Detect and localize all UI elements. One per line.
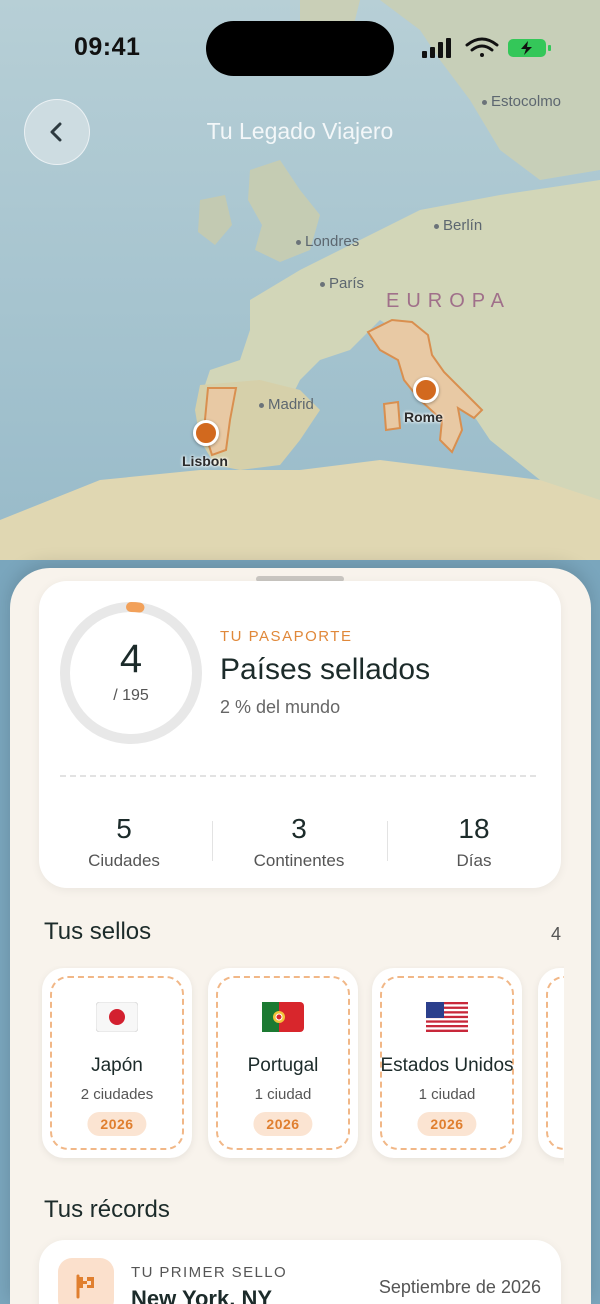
battery-icon	[508, 39, 551, 57]
stat-label: Continentes	[253, 851, 345, 870]
stamp-year-badge: 2026	[253, 1112, 313, 1136]
record-eyebrow: TU PRIMER SELLO	[131, 1264, 288, 1281]
stamp-card-portugal[interactable]: Portugal 1 ciudad 2026	[208, 968, 358, 1158]
first-stamp-record[interactable]: TU PRIMER SELLO New York, NY Septiembre …	[39, 1240, 561, 1304]
japan-flag-icon	[96, 1002, 138, 1032]
status-time: 09:41	[74, 33, 141, 61]
dynamic-island	[206, 21, 394, 76]
stamp-cities: 1 ciudad	[254, 1086, 312, 1103]
cellular-signal-icon	[422, 38, 451, 58]
stamp-country-name: Japón	[91, 1055, 143, 1076]
stat-label: Ciudades	[88, 851, 160, 870]
stamp-flag	[42, 1002, 192, 1032]
stamp-card-partial[interactable]	[538, 968, 564, 1158]
wifi-icon	[465, 37, 499, 57]
stamp-flag	[372, 1002, 522, 1032]
nav-title: Tu Legado Viajero	[206, 118, 394, 144]
divider	[60, 775, 536, 777]
passport-eyebrow: TU PASAPORTE	[220, 628, 353, 645]
stat-value: 18	[458, 813, 490, 844]
stamps-section-title: Tus sellos	[44, 918, 152, 945]
stamp-cities: 1 ciudad	[418, 1086, 476, 1103]
map-pin-label: Lisbon	[182, 453, 228, 469]
portugal-flag-icon	[262, 1002, 304, 1032]
stat-days: 18 Días	[389, 813, 559, 871]
summary-title: Países sellados	[220, 653, 431, 686]
stamps-carousel[interactable]: Japón 2 ciudades 2026 Portugal 1 ciudad …	[38, 966, 564, 1166]
bottom-sheet[interactable]: 4 / 195 TU PASAPORTE Países sellados 2 %…	[10, 568, 591, 1304]
stamp-country-name: Estados Unidos	[380, 1055, 514, 1076]
stamps-count: 4	[550, 924, 561, 944]
usa-flag-icon	[426, 1002, 468, 1032]
stamp-border	[546, 976, 564, 1150]
status-icons	[422, 36, 557, 60]
map-city-label: Berlín	[434, 217, 482, 234]
stat-separator	[387, 821, 388, 861]
countries-count: 4	[119, 637, 143, 681]
stat-value: 5	[116, 813, 132, 844]
flag-checkered-icon	[76, 1274, 94, 1299]
map-region-label: EUROPA	[386, 290, 511, 312]
stamp-year-badge: 2026	[87, 1112, 147, 1136]
map-pin-rome[interactable]	[413, 377, 439, 403]
map-city-label: Madrid	[259, 396, 314, 413]
map-pin-lisbon[interactable]	[193, 420, 219, 446]
map-city-label: Londres	[296, 233, 359, 250]
map-pin-label: Rome	[404, 409, 443, 425]
countries-total: / 195	[113, 687, 149, 704]
passport-summary-card: 4 / 195 TU PASAPORTE Países sellados 2 %…	[39, 581, 561, 888]
stat-label: Días	[456, 851, 492, 870]
stat-separator	[212, 821, 213, 861]
records-section-title: Tus récords	[44, 1196, 170, 1223]
stat-value: 3	[291, 813, 307, 844]
stamp-country-name: Portugal	[247, 1055, 319, 1076]
record-date: Septiembre de 2026	[378, 1277, 541, 1297]
summary-subtitle: 2 % del mundo	[220, 697, 341, 717]
stamp-flag	[208, 1002, 358, 1032]
map-city-label: Estocolmo	[482, 93, 561, 110]
map-city-label: París	[320, 275, 364, 292]
record-title: New York, NY	[131, 1286, 273, 1304]
stamp-card-usa[interactable]: Estados Unidos 1 ciudad 2026	[372, 968, 522, 1158]
stat-continents: 3 Continentes	[214, 813, 384, 871]
stamp-cities: 2 ciudades	[80, 1086, 154, 1103]
record-icon-container	[58, 1258, 114, 1304]
stat-cities: 5 Ciudades	[39, 813, 209, 871]
stamp-year-badge: 2026	[417, 1112, 477, 1136]
stamp-card-japan[interactable]: Japón 2 ciudades 2026	[42, 968, 192, 1158]
